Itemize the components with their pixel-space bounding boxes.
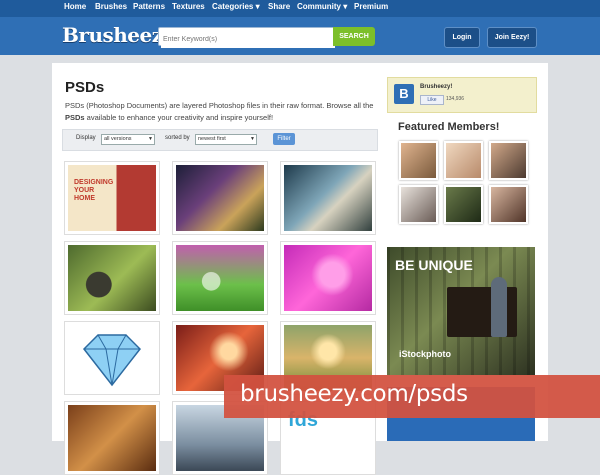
- top-nav: Home Brushes Patterns Textures Categorie…: [0, 0, 600, 17]
- page-description: PSDs (Photoshop Documents) are layered P…: [65, 100, 375, 124]
- filter-bar: Display all versions ▼ sorted by newest f…: [62, 129, 378, 151]
- ad-person-image: [491, 277, 507, 337]
- banner-text: brusheezy.com/psds: [240, 381, 468, 407]
- thumb-image: DESIGNING YOUR HOME: [68, 165, 156, 231]
- psd-thumb-pink-hearts[interactable]: [280, 241, 376, 315]
- fb-like-count: 134,936: [446, 96, 465, 102]
- nav-home[interactable]: Home: [64, 2, 86, 11]
- chevron-down-icon: ▼: [148, 136, 153, 142]
- member-avatar[interactable]: [444, 141, 483, 180]
- thumb-caption: DESIGNING YOUR HOME: [74, 179, 114, 202]
- ad-title: BE UNIQUE: [395, 257, 473, 273]
- featured-members-title: Featured Members!: [398, 121, 500, 133]
- desc-prefix: PSDs (Photoshop Documents) are layered P…: [65, 101, 374, 110]
- thumb-image: [284, 165, 372, 231]
- thumb-image: [284, 245, 372, 311]
- header: Brusheezy SEARCH Login Join Eezy!: [0, 17, 600, 55]
- psd-thumb-designing-your-home[interactable]: DESIGNING YOUR HOME: [64, 161, 160, 235]
- member-avatar[interactable]: [444, 185, 483, 224]
- ad-brand: iStockphoto: [399, 349, 451, 359]
- psd-thumb-guitar[interactable]: [64, 401, 160, 475]
- psd-thumb-bird[interactable]: [64, 241, 160, 315]
- thumb-image: [68, 245, 156, 311]
- join-button[interactable]: Join Eezy!: [487, 27, 537, 48]
- member-avatar[interactable]: [399, 185, 438, 224]
- member-avatar[interactable]: [489, 185, 528, 224]
- sort-select[interactable]: newest first ▼: [195, 134, 257, 145]
- nav-community[interactable]: Community ▾: [297, 2, 347, 11]
- search-button[interactable]: SEARCH: [333, 27, 375, 46]
- desc-bold: PSDs: [65, 113, 85, 122]
- desc-suffix: available to enhance your creativity and…: [84, 113, 274, 122]
- thumb-image: [68, 325, 156, 391]
- istock-ad[interactable]: BE UNIQUE iStockphoto: [387, 247, 535, 375]
- thumb-image: [68, 405, 156, 471]
- login-button[interactable]: Login: [444, 27, 480, 48]
- psd-thumb-diamond[interactable]: [64, 321, 160, 395]
- facebook-box: B Brusheezy! Like 134,936: [387, 77, 537, 113]
- nav-premium[interactable]: Premium: [354, 2, 388, 11]
- psd-thumb-bubbles-grass[interactable]: [172, 241, 268, 315]
- url-banner: brusheezy.com/psds: [224, 375, 600, 418]
- member-avatar[interactable]: [489, 141, 528, 180]
- sort-value: newest first: [198, 136, 226, 142]
- search-input[interactable]: [161, 31, 335, 48]
- search-box: [158, 27, 336, 48]
- display-label: Display: [76, 135, 96, 141]
- display-value: all versions: [104, 136, 132, 142]
- thumb-image: [176, 245, 264, 311]
- site-logo[interactable]: Brusheezy: [62, 23, 174, 47]
- fb-page-name[interactable]: Brusheezy!: [420, 84, 452, 90]
- brusheezy-b-icon: B: [394, 84, 414, 104]
- thumb-image: [176, 165, 264, 231]
- sort-label: sorted by: [165, 135, 190, 141]
- nav-categories[interactable]: Categories ▾: [212, 2, 260, 11]
- diamond-icon: [83, 334, 141, 387]
- fb-like-button[interactable]: Like: [420, 95, 444, 105]
- member-avatar[interactable]: [399, 141, 438, 180]
- nav-textures[interactable]: Textures: [172, 2, 205, 11]
- page-title: PSDs: [65, 79, 105, 96]
- chevron-down-icon: ▼: [250, 136, 255, 142]
- nav-brushes[interactable]: Brushes: [95, 2, 127, 11]
- nav-share[interactable]: Share: [268, 2, 290, 11]
- nav-patterns[interactable]: Patterns: [133, 2, 165, 11]
- psd-thumb-zebras[interactable]: [280, 161, 376, 235]
- display-select[interactable]: all versions ▼: [101, 134, 155, 145]
- psd-thumb-tree-collage[interactable]: [172, 161, 268, 235]
- filter-button[interactable]: Filter: [273, 133, 295, 145]
